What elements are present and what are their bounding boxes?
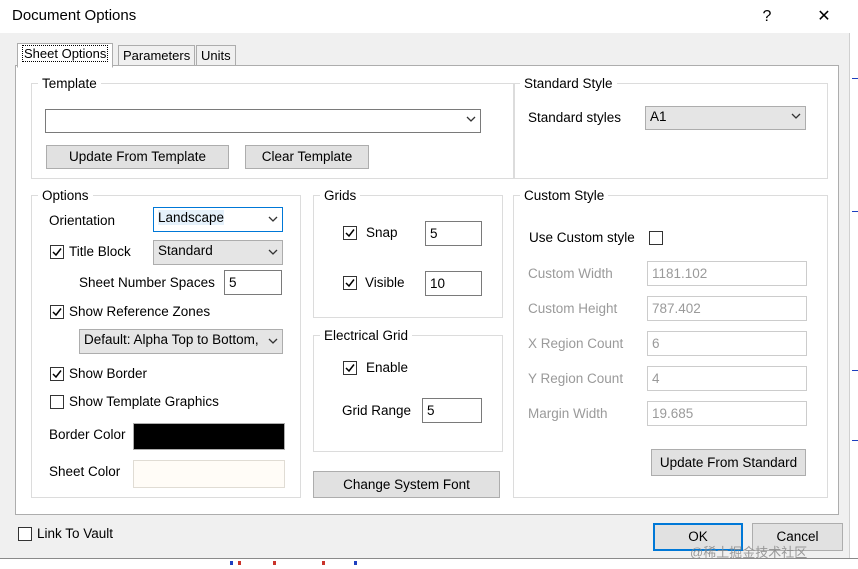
- show-reference-zones-checkbox[interactable]: [50, 305, 64, 319]
- link-to-vault-label: Link To Vault: [37, 526, 114, 541]
- template-combo[interactable]: [45, 109, 481, 133]
- electrical-grid-enable-checkbox[interactable]: [343, 361, 357, 375]
- show-template-graphics-label: Show Template Graphics: [69, 394, 219, 409]
- grid-range-input[interactable]: 5: [422, 398, 482, 423]
- chevron-down-icon: [466, 116, 476, 122]
- custom-height-label: Custom Height: [528, 301, 618, 316]
- update-from-standard-button[interactable]: Update From Standard: [651, 449, 806, 476]
- link-to-vault-checkbox[interactable]: [18, 527, 32, 541]
- reference-zones-value: Default: Alpha Top to Bottom,: [84, 332, 259, 347]
- checkmark-icon: [52, 370, 62, 379]
- visible-label: Visible: [365, 275, 405, 290]
- tab-units[interactable]: Units: [196, 45, 236, 66]
- title-block-combo[interactable]: Standard: [153, 240, 283, 265]
- margin-width-label: Margin Width: [528, 406, 608, 421]
- chevron-down-icon: [268, 249, 278, 255]
- custom-height-input[interactable]: 787.402: [647, 296, 807, 321]
- clear-template-button[interactable]: Clear Template: [245, 145, 369, 169]
- grid-range-label: Grid Range: [342, 403, 412, 418]
- chevron-down-icon: [268, 216, 278, 222]
- update-from-template-button[interactable]: Update From Template: [46, 145, 229, 169]
- sheet-color-label: Sheet Color: [49, 464, 121, 479]
- y-region-count-input[interactable]: 4: [647, 366, 807, 391]
- checkmark-icon: [345, 279, 355, 288]
- tab-sheet-options[interactable]: Sheet Options: [17, 43, 114, 68]
- window-title: Document Options: [12, 7, 137, 24]
- use-custom-style-label: Use Custom style: [529, 230, 635, 245]
- standard-style-group-label: Standard Style: [524, 76, 613, 91]
- snap-label: Snap: [366, 225, 398, 240]
- border-color-swatch[interactable]: [133, 423, 285, 450]
- checkmark-icon: [52, 248, 62, 257]
- template-group-label: Template: [42, 76, 97, 91]
- tab-parameters[interactable]: Parameters: [118, 45, 196, 66]
- orientation-value: Landscape: [158, 210, 225, 225]
- grids-group: Grids: [313, 188, 503, 318]
- title-bar: Document Options ? ✕: [0, 0, 858, 33]
- background-window-edge: [849, 33, 858, 564]
- help-button[interactable]: ?: [755, 5, 779, 29]
- visible-checkbox[interactable]: [343, 276, 357, 290]
- standard-styles-label: Standard styles: [528, 110, 622, 125]
- options-group-label: Options: [42, 188, 89, 203]
- x-region-count-input[interactable]: 6: [647, 331, 807, 356]
- snap-checkbox[interactable]: [343, 226, 357, 240]
- change-system-font-button[interactable]: Change System Font: [313, 471, 500, 498]
- sheet-number-spaces-label: Sheet Number Spaces: [79, 275, 215, 290]
- background-canvas-strip: [0, 558, 858, 569]
- show-border-checkbox[interactable]: [50, 367, 64, 381]
- checkmark-icon: [345, 364, 355, 373]
- electrical-grid-enable-label: Enable: [366, 360, 409, 375]
- standard-styles-value: A1: [650, 109, 667, 124]
- custom-width-label: Custom Width: [528, 266, 613, 281]
- orientation-label: Orientation: [49, 213, 116, 228]
- x-region-count-label: X Region Count: [528, 336, 624, 351]
- chevron-down-icon: [268, 336, 278, 346]
- electrical-grid-group-label: Electrical Grid: [324, 328, 409, 343]
- title-block-value: Standard: [158, 243, 213, 258]
- sheet-color-swatch[interactable]: [133, 460, 285, 488]
- reference-zones-combo[interactable]: Default: Alpha Top to Bottom,: [79, 329, 283, 354]
- standard-styles-combo[interactable]: A1: [645, 106, 806, 130]
- title-block-label: Title Block: [69, 244, 131, 259]
- checkmark-icon: [52, 308, 62, 317]
- close-button[interactable]: ✕: [812, 5, 836, 29]
- custom-width-input[interactable]: 1181.102: [647, 261, 807, 286]
- chevron-down-icon: [791, 113, 801, 119]
- grids-group-label: Grids: [324, 188, 357, 203]
- snap-input[interactable]: 5: [425, 221, 482, 246]
- title-block-checkbox[interactable]: [50, 245, 64, 259]
- show-reference-zones-label: Show Reference Zones: [69, 304, 211, 319]
- use-custom-style-checkbox[interactable]: [649, 231, 663, 245]
- border-color-label: Border Color: [49, 427, 126, 442]
- visible-input[interactable]: 10: [425, 271, 482, 296]
- orientation-combo[interactable]: Landscape: [153, 207, 283, 232]
- sheet-options-panel: Template Update From Template Clear Temp…: [15, 65, 839, 515]
- margin-width-input[interactable]: 19.685: [647, 401, 807, 426]
- custom-style-group-label: Custom Style: [524, 188, 605, 203]
- checkmark-icon: [345, 229, 355, 238]
- y-region-count-label: Y Region Count: [528, 371, 624, 386]
- electrical-grid-group: Electrical Grid: [313, 328, 503, 452]
- show-template-graphics-checkbox[interactable]: [50, 395, 64, 409]
- show-border-label: Show Border: [69, 366, 148, 381]
- sheet-number-spaces-input[interactable]: 5: [224, 270, 282, 295]
